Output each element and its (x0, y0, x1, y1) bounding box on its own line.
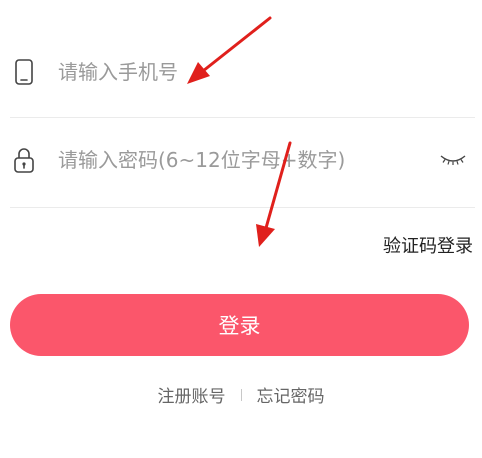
phone-icon (10, 58, 38, 86)
login-page: 验证码登录 登录 注册账号 忘记密码 (0, 0, 482, 458)
phone-field (10, 42, 475, 102)
phone-input[interactable] (58, 60, 418, 84)
divider (10, 207, 475, 208)
register-link[interactable]: 注册账号 (158, 382, 226, 407)
login-button[interactable]: 登录 (10, 294, 469, 356)
lock-icon (10, 146, 38, 174)
footer-separator (240, 388, 242, 401)
password-input[interactable] (58, 148, 418, 172)
password-field (10, 130, 475, 190)
eye-closed-icon[interactable] (439, 148, 467, 170)
sms-login-link[interactable]: 验证码登录 (383, 232, 473, 258)
divider (10, 117, 475, 118)
forgot-password-link[interactable]: 忘记密码 (257, 382, 325, 407)
footer-links: 注册账号 忘记密码 (0, 382, 482, 407)
